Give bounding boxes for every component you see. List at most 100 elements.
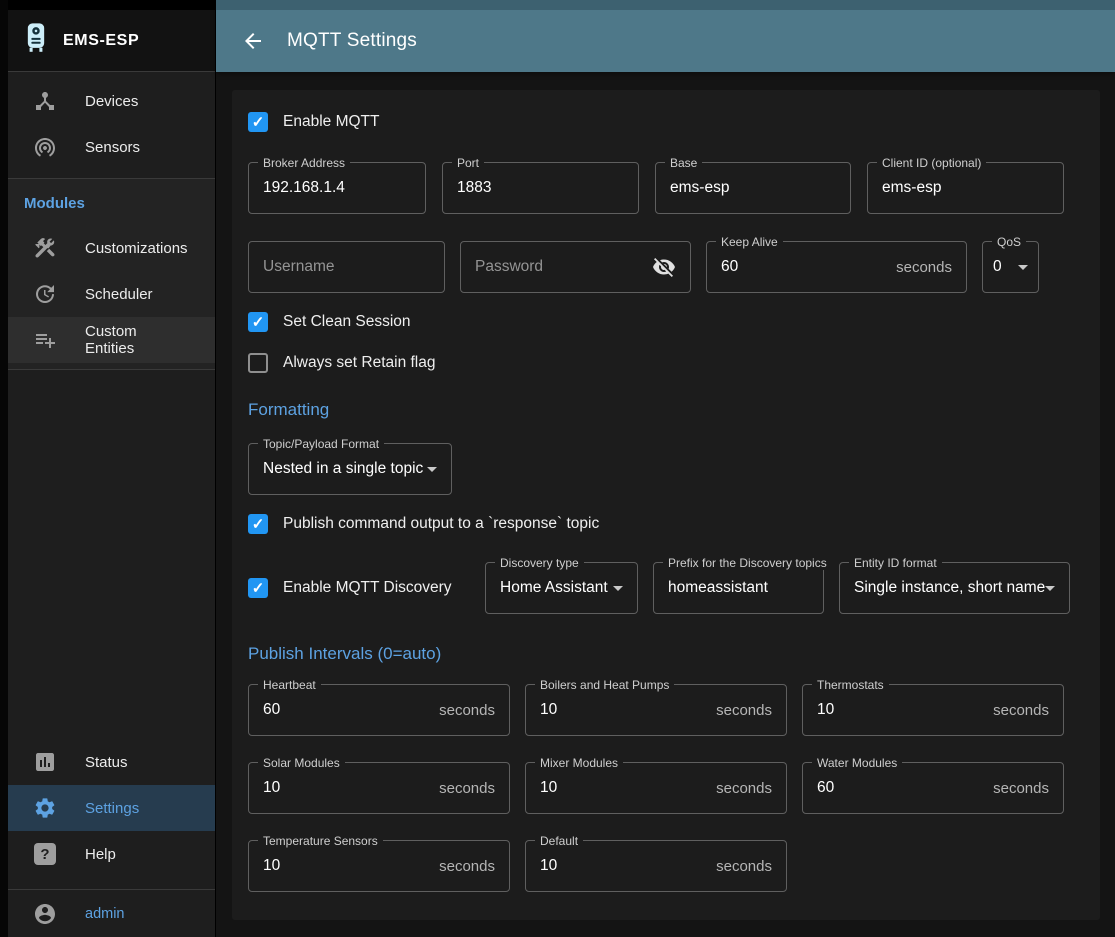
back-arrow-button[interactable] bbox=[241, 29, 265, 53]
field-label: Thermostats bbox=[812, 678, 889, 692]
boilers-interval-field[interactable]: Boilers and Heat Pumps 10 seconds bbox=[525, 684, 787, 736]
field-value: Single instance, short name bbox=[854, 579, 1045, 597]
field-value: Home Assistant bbox=[500, 579, 608, 597]
base-field[interactable]: Base ems-esp bbox=[655, 162, 851, 214]
qos-select[interactable]: QoS 0 bbox=[982, 241, 1039, 293]
sidebar-item-sensors[interactable]: Sensors bbox=[8, 124, 215, 170]
mixer-interval-field[interactable]: Mixer Modules 10 seconds bbox=[525, 762, 787, 814]
publish-response-checkbox[interactable]: ✓ Publish command output to a `response`… bbox=[248, 514, 1084, 534]
password-input[interactable] bbox=[475, 258, 652, 276]
scheduler-clock-icon bbox=[33, 282, 57, 306]
clean-session-checkbox[interactable]: ✓ Set Clean Session bbox=[248, 312, 1084, 332]
field-label: Keep Alive bbox=[716, 235, 783, 249]
keep-alive-field[interactable]: Keep Alive 60 seconds bbox=[706, 241, 967, 293]
field-value: 10 bbox=[540, 701, 557, 719]
mqtt-settings-panel: ✓ Enable MQTT Broker Address 192.168.1.4… bbox=[232, 90, 1100, 920]
checkbox-label: Enable MQTT bbox=[283, 113, 379, 131]
app-root: EMS-ESP Devices Sensors Modules bbox=[0, 0, 1115, 937]
solar-interval-field[interactable]: Solar Modules 10 seconds bbox=[248, 762, 510, 814]
checkbox-unchecked-icon bbox=[248, 353, 268, 373]
app-logo-row: EMS-ESP bbox=[8, 0, 215, 72]
sidebar-item-label: Devices bbox=[85, 93, 138, 110]
field-unit: seconds bbox=[431, 702, 495, 719]
field-label: Entity ID format bbox=[849, 556, 942, 570]
retain-flag-checkbox[interactable]: Always set Retain flag bbox=[248, 353, 1084, 373]
field-label: Prefix for the Discovery topics bbox=[663, 556, 832, 570]
field-label: Mixer Modules bbox=[535, 756, 623, 770]
field-label: Heartbeat bbox=[258, 678, 321, 692]
field-value: 10 bbox=[263, 779, 280, 797]
checkbox-label: Enable MQTT Discovery bbox=[283, 579, 452, 597]
discovery-prefix-field[interactable]: Prefix for the Discovery topics homeassi… bbox=[653, 562, 824, 614]
sidebar-modules-section: Modules Customizations Scheduler Custom … bbox=[8, 178, 215, 370]
field-unit: seconds bbox=[985, 780, 1049, 797]
formatting-heading: Formatting bbox=[248, 397, 1084, 423]
sidebar-item-custom-entities[interactable]: Custom Entities bbox=[8, 317, 215, 363]
password-field[interactable] bbox=[460, 241, 691, 293]
field-label: Topic/Payload Format bbox=[258, 437, 384, 451]
discovery-type-select[interactable]: Discovery type Home Assistant bbox=[485, 562, 638, 614]
username-input[interactable] bbox=[263, 258, 430, 276]
sidebar-item-scheduler[interactable]: Scheduler bbox=[8, 271, 215, 317]
field-value: 60 bbox=[263, 701, 280, 719]
sidebar-item-devices[interactable]: Devices bbox=[8, 78, 215, 124]
username-field[interactable] bbox=[248, 241, 445, 293]
publish-intervals-grid: Heartbeat 60 seconds Boilers and Heat Pu… bbox=[248, 684, 1084, 892]
account-circle-icon bbox=[33, 902, 57, 926]
user-menu[interactable]: admin bbox=[8, 889, 215, 937]
field-unit: seconds bbox=[708, 858, 772, 875]
content-area: ✓ Enable MQTT Broker Address 192.168.1.4… bbox=[216, 72, 1115, 937]
port-field[interactable]: Port 1883 bbox=[442, 162, 639, 214]
field-value: homeassistant bbox=[668, 579, 768, 597]
sidebar-item-status[interactable]: Status bbox=[8, 739, 215, 785]
publish-intervals-heading: Publish Intervals (0=auto) bbox=[248, 641, 1084, 667]
field-label: QoS bbox=[992, 235, 1026, 249]
field-value: 60 bbox=[817, 779, 834, 797]
visibility-off-icon[interactable] bbox=[652, 255, 676, 279]
enable-discovery-checkbox[interactable]: ✓ Enable MQTT Discovery bbox=[248, 578, 470, 598]
user-name: admin bbox=[85, 906, 125, 922]
field-unit: seconds bbox=[985, 702, 1049, 719]
temperature-sensors-interval-field[interactable]: Temperature Sensors 10 seconds bbox=[248, 840, 510, 892]
field-label: Temperature Sensors bbox=[258, 834, 383, 848]
sidebar-item-settings[interactable]: Settings bbox=[8, 785, 215, 831]
field-value: 192.168.1.4 bbox=[263, 179, 345, 197]
heartbeat-interval-field[interactable]: Heartbeat 60 seconds bbox=[248, 684, 510, 736]
field-label: Default bbox=[535, 834, 583, 848]
field-label: Base bbox=[665, 156, 702, 170]
broker-address-field[interactable]: Broker Address 192.168.1.4 bbox=[248, 162, 426, 214]
thermostats-interval-field[interactable]: Thermostats 10 seconds bbox=[802, 684, 1064, 736]
checkbox-label: Set Clean Session bbox=[283, 313, 411, 331]
field-label: Water Modules bbox=[812, 756, 902, 770]
gear-icon bbox=[33, 796, 57, 820]
checkbox-checked-icon: ✓ bbox=[248, 112, 268, 132]
chevron-down-icon bbox=[613, 586, 623, 591]
entity-id-format-select[interactable]: Entity ID format Single instance, short … bbox=[839, 562, 1070, 614]
sensors-icon bbox=[33, 135, 57, 159]
sidebar-item-label: Sensors bbox=[85, 139, 140, 156]
app-title: EMS-ESP bbox=[63, 32, 139, 50]
checkbox-checked-icon: ✓ bbox=[248, 514, 268, 534]
field-label: Discovery type bbox=[495, 556, 584, 570]
field-unit: seconds bbox=[708, 702, 772, 719]
boiler-logo-icon bbox=[22, 22, 50, 60]
field-value: 10 bbox=[540, 857, 557, 875]
client-id-field[interactable]: Client ID (optional) ems-esp bbox=[867, 162, 1064, 214]
topic-format-select[interactable]: Topic/Payload Format Nested in a single … bbox=[248, 443, 452, 495]
app-header: MQTT Settings bbox=[216, 0, 1115, 72]
sidebar-item-help[interactable]: ? Help bbox=[8, 831, 215, 877]
field-value: 0 bbox=[993, 258, 1002, 276]
enable-mqtt-checkbox[interactable]: ✓ Enable MQTT bbox=[248, 112, 1084, 132]
field-value: 10 bbox=[817, 701, 834, 719]
field-unit: seconds bbox=[431, 858, 495, 875]
sidebar-item-label: Customizations bbox=[85, 240, 188, 257]
sidebar-item-customizations[interactable]: Customizations bbox=[8, 225, 215, 271]
field-label: Broker Address bbox=[258, 156, 350, 170]
water-interval-field[interactable]: Water Modules 60 seconds bbox=[802, 762, 1064, 814]
checkbox-label: Always set Retain flag bbox=[283, 354, 436, 372]
sidebar-item-label: Help bbox=[85, 846, 116, 863]
status-chart-icon bbox=[33, 750, 57, 774]
chevron-down-icon bbox=[1018, 265, 1028, 270]
chevron-down-icon bbox=[427, 467, 437, 472]
default-interval-field[interactable]: Default 10 seconds bbox=[525, 840, 787, 892]
